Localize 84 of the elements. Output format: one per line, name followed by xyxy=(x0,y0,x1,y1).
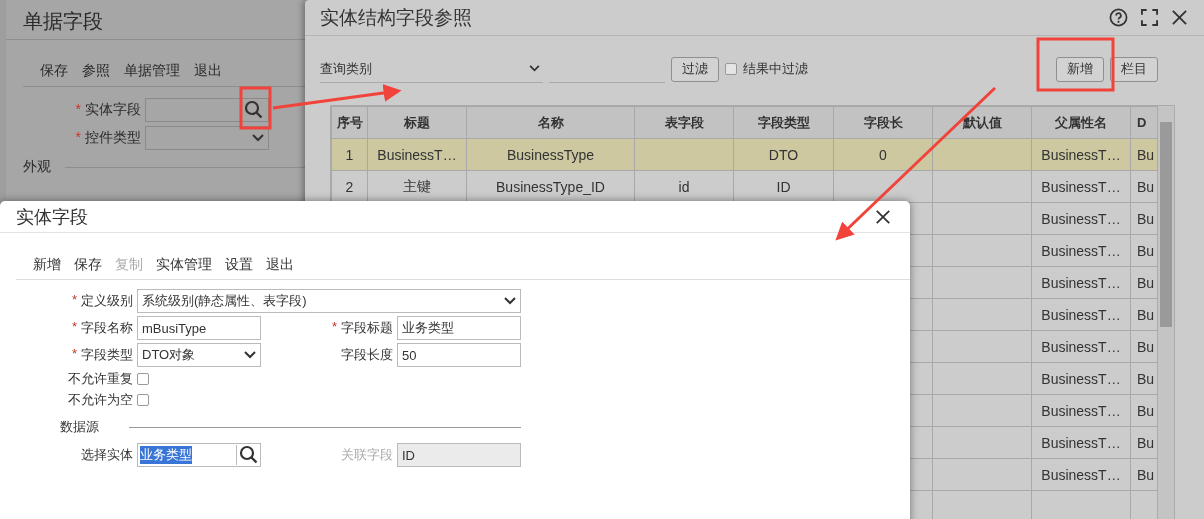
select-field[interactable] xyxy=(145,126,269,150)
search-icon[interactable] xyxy=(244,100,264,120)
chevron-down-icon xyxy=(529,65,540,72)
table-cell: BusinessT… xyxy=(1031,362,1131,395)
table-cell: BusinessT… xyxy=(1031,298,1131,331)
field-label: 字段标题 xyxy=(341,319,393,337)
chevron-down-icon xyxy=(504,297,516,305)
toolbar-item[interactable]: 实体管理 xyxy=(156,256,212,274)
toolbar-item[interactable]: 设置 xyxy=(225,256,253,274)
filter-button[interactable]: 过滤 xyxy=(671,56,719,82)
field-label: 字段名称 xyxy=(81,319,133,337)
field-label: 不允许为空 xyxy=(67,391,133,409)
select-field[interactable]: 查询类别 xyxy=(320,55,543,83)
table-cell: BusinessType xyxy=(466,138,635,171)
search-field[interactable]: 业务类型 xyxy=(137,443,261,467)
close-icon[interactable] xyxy=(875,208,891,225)
column-header[interactable]: 表字段 xyxy=(634,106,734,139)
section-title: 数据源 xyxy=(60,418,99,436)
toolbar-item[interactable]: 新增 xyxy=(33,256,61,274)
column-header[interactable]: 父属性名 xyxy=(1031,106,1131,139)
field-label: 关联字段 xyxy=(340,446,393,464)
table-cell: DTO xyxy=(733,138,834,171)
chevron-down-icon xyxy=(252,134,264,142)
table-cell: BusinessT… xyxy=(1031,266,1131,299)
required-mark: * xyxy=(75,101,81,119)
required-mark: * xyxy=(331,319,337,336)
toolbar-item[interactable]: 退出 xyxy=(266,256,294,274)
toolbar-item[interactable]: 保存 xyxy=(74,256,102,274)
table-cell: BusinessT… xyxy=(1031,234,1131,267)
column-header[interactable]: D xyxy=(1130,106,1158,139)
window-title: 实体结构字段参照 xyxy=(320,5,472,30)
table-cell: BusinessT… xyxy=(1031,330,1131,363)
table-cell: BusinessT… xyxy=(1031,458,1131,491)
toolbar-item[interactable]: 单据管理 xyxy=(124,62,180,80)
column-header[interactable]: 名称 xyxy=(466,106,635,139)
select-field[interactable]: 系统级别(静态属性、表字段) xyxy=(137,289,521,313)
input-field[interactable]: 业务类型 xyxy=(397,316,521,340)
table-cell: BusinessT… xyxy=(1031,394,1131,427)
table-cell: 1 xyxy=(331,138,368,171)
column-header[interactable]: 标题 xyxy=(367,106,467,139)
toolbar-button[interactable]: 新增 xyxy=(1056,56,1104,82)
table-cell: BusinessT… xyxy=(1031,426,1131,459)
help-icon[interactable] xyxy=(1109,8,1128,27)
close-icon[interactable] xyxy=(1171,9,1188,26)
table-cell: BusinessT… xyxy=(367,138,467,171)
toolbar-item[interactable]: 退出 xyxy=(194,62,222,80)
required-mark: * xyxy=(71,319,77,336)
checkbox[interactable] xyxy=(137,373,149,385)
toolbar-button[interactable]: 栏目 xyxy=(1110,56,1158,82)
field-label: 不允许重复 xyxy=(67,370,133,388)
window-title: 单据字段 xyxy=(23,10,103,32)
search-field[interactable] xyxy=(145,98,269,122)
checkbox[interactable] xyxy=(725,63,737,75)
required-mark: * xyxy=(75,129,81,147)
table-cell: BusinessT… xyxy=(1031,170,1131,203)
toolbar-item[interactable]: 保存 xyxy=(40,62,68,80)
column-header[interactable]: 序号 xyxy=(331,106,368,139)
maximize-icon[interactable] xyxy=(1141,9,1158,26)
chevron-down-icon xyxy=(244,351,256,359)
field-label: 定义级别 xyxy=(81,292,133,310)
field-label: 字段类型 xyxy=(81,346,133,364)
required-mark: * xyxy=(71,292,77,309)
scrollbar-thumb[interactable] xyxy=(1160,122,1173,327)
search-icon[interactable] xyxy=(236,445,260,465)
column-header[interactable]: 字段长 xyxy=(833,106,933,139)
table-cell: BusinessT… xyxy=(1031,202,1131,235)
input-field[interactable]: 50 xyxy=(397,343,521,367)
window-title: 实体字段 xyxy=(16,205,88,229)
input-field[interactable]: mBusiType xyxy=(137,316,261,340)
field-label: 控件类型 xyxy=(85,129,141,147)
scrollbar[interactable] xyxy=(1157,106,1174,519)
table-cell: BusinessT… xyxy=(1031,138,1131,171)
column-header[interactable]: 默认值 xyxy=(932,106,1032,139)
field-label: 选择实体 xyxy=(80,446,133,464)
field-label: 字段长度 xyxy=(340,346,393,364)
field-label: 实体字段 xyxy=(85,101,141,119)
select-field[interactable]: DTO对象 xyxy=(137,343,261,367)
section-title: 外观 xyxy=(23,158,51,176)
column-header[interactable]: 字段类型 xyxy=(733,106,834,139)
checkbox-label: 结果中过滤 xyxy=(743,60,808,78)
required-mark: * xyxy=(71,346,77,363)
highlight-box xyxy=(239,86,272,130)
toolbar-item[interactable]: 参照 xyxy=(82,62,110,80)
checkbox[interactable] xyxy=(137,394,149,406)
